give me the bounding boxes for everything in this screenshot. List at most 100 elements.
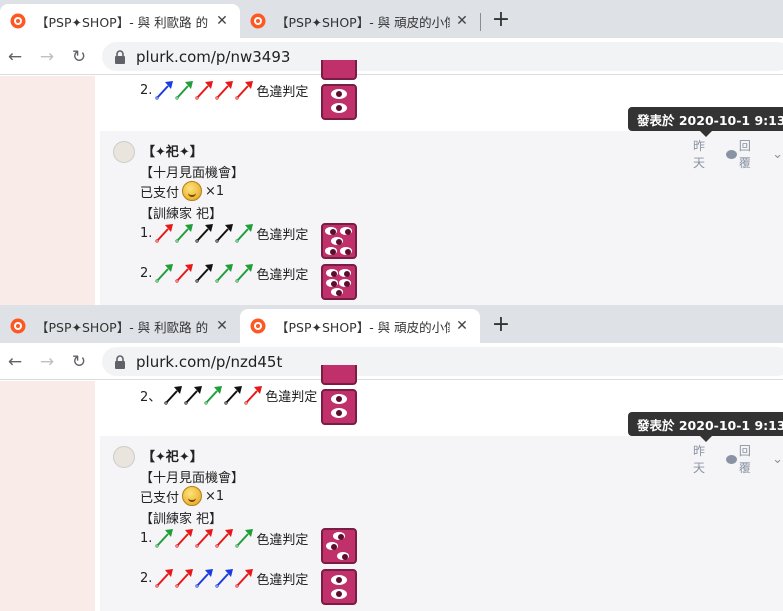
row-suffix: 色違判定: [256, 532, 309, 548]
user-avatar-icon[interactable]: [113, 446, 135, 468]
tab-2[interactable]: 【PSP✦SHOP】- 與 頑皮的小傢 ✕: [240, 309, 480, 343]
row-suffix: 色違判定: [256, 227, 309, 243]
paid-label: 已支付: [140, 490, 180, 506]
row-suffix: 色違判定: [256, 572, 309, 588]
page-content: 2. 色違判定 【✦祀✦】 【十月見面機會】 已支付 ×1 【訓練家 祀】 1.…: [0, 60, 783, 305]
close-icon[interactable]: ✕: [214, 318, 230, 334]
arrow-pin-icon: [195, 569, 214, 588]
paid-label: 已支付: [140, 185, 180, 201]
arrow-pin-icon: [235, 81, 254, 100]
post-line: 【十月見面機會】: [140, 166, 245, 181]
tab-title: 【PSP✦SHOP】- 與 頑皮的小傢: [276, 14, 450, 30]
user-avatar-icon[interactable]: [113, 141, 135, 163]
arrow-pin-icon: [155, 529, 174, 548]
arrow-left-icon[interactable]: ←: [4, 46, 26, 68]
tab-strip: 【PSP✦SHOP】- 與 利歐路 的 手 ✕ 【PSP✦SHOP】- 與 頑皮…: [0, 305, 783, 343]
plurk-favicon-icon: [250, 318, 266, 334]
arrow-pin-icon: [175, 264, 194, 283]
arrow-left-icon[interactable]: ←: [4, 351, 26, 373]
paid-count: ×1: [205, 488, 225, 504]
reply-label: 回覆: [738, 444, 751, 475]
eye-stamp-icon: [321, 223, 357, 259]
judge-row: 2. 色違判定: [140, 568, 308, 588]
close-icon[interactable]: ✕: [454, 318, 470, 334]
arrow-pin-icon: [175, 529, 194, 548]
post-meta: 昨天 回覆 ⌄: [693, 442, 783, 476]
post-meta: 昨天 回覆 ⌄: [693, 137, 783, 171]
coin-emoticon-icon: [182, 181, 203, 201]
page-content: 2、 色違判定 【✦祀✦】 【十月見面機會】 已支付 ×1 【訓練家 祀】 1.…: [0, 365, 783, 611]
arrow-pin-icon: [164, 386, 183, 405]
reply-button[interactable]: 回覆: [726, 442, 762, 476]
url-text: plurk.com/p/nw3493: [136, 47, 291, 66]
plus-icon[interactable]: +: [490, 314, 512, 337]
reply-button[interactable]: 回覆: [726, 137, 762, 171]
close-icon[interactable]: ✕: [454, 13, 470, 29]
tab-strip: 【PSP✦SHOP】- 與 利歐路 的 手 ✕ 【PSP✦SHOP】- 與 頑皮…: [0, 0, 783, 38]
arrow-pin-icon: [235, 569, 254, 588]
post-line: 【十月見面機會】: [140, 471, 245, 486]
eye-stamp-icon: [321, 60, 357, 80]
eye-stamp-icon: [321, 569, 357, 605]
row-label: 2、: [140, 389, 162, 405]
arrow-pin-icon: [215, 224, 234, 243]
post-line: 【訓練家 祀】: [140, 512, 223, 527]
judge-row: 1. 色違判定: [140, 223, 308, 243]
chevron-down-icon[interactable]: ⌄: [772, 452, 783, 467]
close-icon[interactable]: ✕: [214, 13, 230, 29]
row-label: 1.: [140, 530, 153, 546]
tab-title: 【PSP✦SHOP】- 與 利歐路 的 手: [36, 14, 210, 30]
prev-line: 2、 色違判定: [140, 385, 317, 405]
post-time[interactable]: 昨天: [693, 442, 716, 476]
arrow-pin-icon: [175, 569, 194, 588]
eye-stamp-icon: [321, 389, 357, 425]
left-margin: [0, 76, 95, 305]
arrow-pin-icon: [184, 386, 203, 405]
author-name[interactable]: 【✦祀✦】: [142, 141, 203, 160]
tab-2[interactable]: 【PSP✦SHOP】- 與 頑皮的小傢 ✕: [240, 4, 480, 38]
payment-line: 已支付 ×1: [140, 181, 224, 201]
url-text: plurk.com/p/nzd45t: [136, 352, 283, 371]
arrow-pin-icon: [215, 569, 234, 588]
plurk-post: 【✦祀✦】 【十月見面機會】 已支付 ×1 【訓練家 祀】 1. 色違判定 2.…: [100, 436, 783, 611]
arrow-pin-icon: [155, 224, 174, 243]
coin-emoticon-icon: [182, 486, 203, 506]
arrow-row: [154, 568, 254, 588]
arrow-row: [154, 263, 254, 283]
chevron-down-icon[interactable]: ⌄: [772, 147, 783, 162]
arrow-pin-icon: [204, 386, 223, 405]
arrow-right-icon[interactable]: →: [36, 46, 58, 68]
arrow-row: [154, 528, 254, 548]
address-bar[interactable]: plurk.com/p/nzd45t: [102, 347, 783, 376]
payment-line: 已支付 ×1: [140, 486, 224, 506]
tab-divider: [480, 13, 481, 31]
browser-toolbar: ← → ↻ plurk.com/p/nw3493: [0, 38, 783, 75]
arrow-pin-icon: [155, 81, 174, 100]
arrow-pin-icon: [155, 569, 174, 588]
browser-window-2: 【PSP✦SHOP】- 與 利歐路 的 手 ✕ 【PSP✦SHOP】- 與 頑皮…: [0, 305, 783, 611]
eye-stamp-icon: [321, 84, 357, 120]
address-bar[interactable]: plurk.com/p/nw3493: [102, 42, 783, 71]
eye-stamp-icon: [321, 365, 357, 385]
plurk-post: 【✦祀✦】 【十月見面機會】 已支付 ×1 【訓練家 祀】 1. 色違判定 2.…: [100, 131, 783, 305]
row-label: 2.: [140, 82, 153, 98]
speech-bubble-icon: [726, 454, 737, 464]
tab-1[interactable]: 【PSP✦SHOP】- 與 利歐路 的 手 ✕: [0, 309, 240, 343]
arrow-pin-icon: [155, 264, 174, 283]
tab-1[interactable]: 【PSP✦SHOP】- 與 利歐路 的 手 ✕: [0, 4, 240, 38]
plus-icon[interactable]: +: [490, 9, 512, 32]
timestamp-tooltip: 發表於 2020-10-1 9:13: [628, 107, 783, 137]
arrow-right-icon[interactable]: →: [36, 351, 58, 373]
post-time[interactable]: 昨天: [693, 137, 716, 171]
arrow-row: [154, 223, 254, 243]
author-name[interactable]: 【✦祀✦】: [142, 446, 203, 465]
arrow-pin-icon: [215, 264, 234, 283]
tab-title: 【PSP✦SHOP】- 與 頑皮的小傢: [276, 319, 450, 335]
arrow-pin-icon: [235, 264, 254, 283]
arrow-pin-icon: [195, 224, 214, 243]
reload-icon[interactable]: ↻: [68, 46, 90, 68]
row-label: 1.: [140, 225, 153, 241]
prev-line: 2. 色違判定: [140, 80, 308, 100]
judge-row: 1. 色違判定: [140, 528, 308, 548]
reload-icon[interactable]: ↻: [68, 351, 90, 373]
